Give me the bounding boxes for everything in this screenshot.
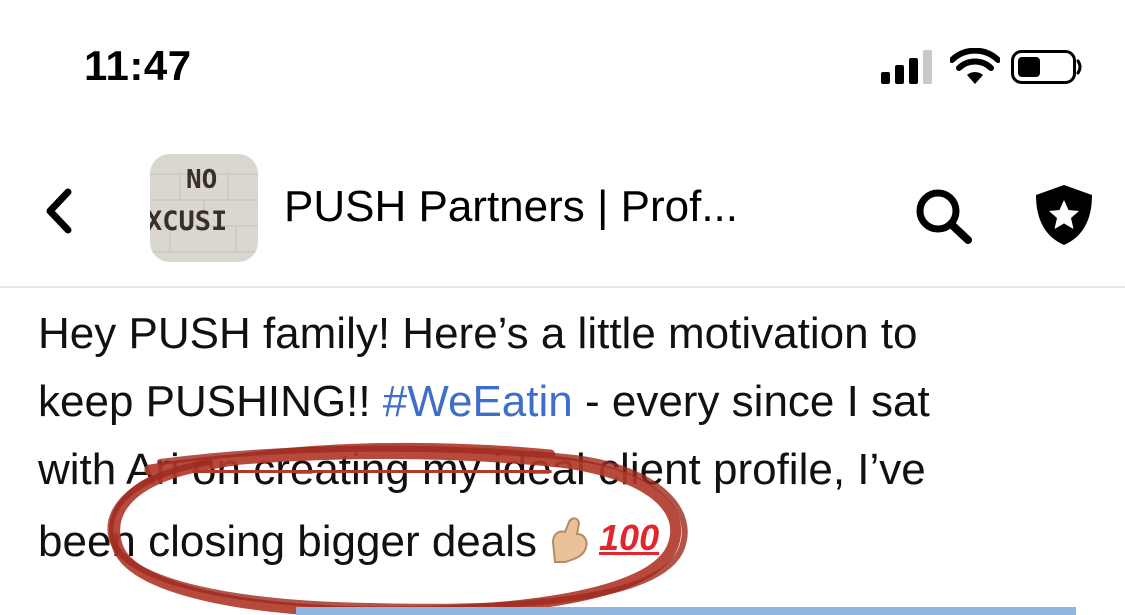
battery-icon [1011, 50, 1082, 84]
post-line-4-text: been closing bigger deals [38, 517, 538, 566]
post-line-3-start: with Ari [38, 445, 193, 494]
header-divider [0, 286, 1125, 288]
hashtag-link[interactable]: #WeEatin [383, 377, 573, 426]
wifi-icon [950, 48, 1000, 84]
post-body: Hey PUSH family! Here’s a little motivat… [38, 300, 1108, 576]
search-icon[interactable] [912, 186, 976, 246]
post-line-3-end: al client profile, I’ve [551, 445, 926, 494]
status-time: 11:47 [84, 42, 192, 89]
no-excuses-logo: NO XCUSI [150, 154, 258, 262]
group-title[interactable]: PUSH Partners | Prof... [284, 182, 738, 232]
shield-star-icon[interactable] [1030, 183, 1098, 247]
media-preview-edge [296, 607, 1076, 615]
group-avatar[interactable]: NO XCUSI [150, 154, 258, 262]
post-line-2-start: keep PUSHING!! [38, 377, 383, 426]
post-line-2: keep PUSHING!! #WeEatin - every since I … [38, 368, 1108, 436]
svg-text:NO: NO [186, 165, 217, 195]
post-line-4: been closing bigger deals 100 [38, 504, 1108, 576]
hundred-points-emoji: 100 [599, 517, 660, 558]
svg-text:XCUSI: XCUSI [150, 206, 227, 237]
post-line-2-end: - every since I sat [572, 377, 930, 426]
app-screen: 11:47 NO XCUSI PUSH Partners | Prof... H… [0, 0, 1125, 615]
struck-text: on creating my ide [192, 445, 552, 494]
chevron-left-icon[interactable] [42, 188, 76, 234]
status-bar: 11:47 [0, 0, 1125, 130]
post-line-3: with Ari on creating my ideal client pro… [38, 436, 1108, 504]
post-line-1: Hey PUSH family! Here’s a little motivat… [38, 309, 918, 358]
signal-icon [881, 50, 932, 84]
flexed-biceps-emoji [552, 517, 588, 563]
group-header: NO XCUSI PUSH Partners | Prof... [0, 130, 1125, 286]
